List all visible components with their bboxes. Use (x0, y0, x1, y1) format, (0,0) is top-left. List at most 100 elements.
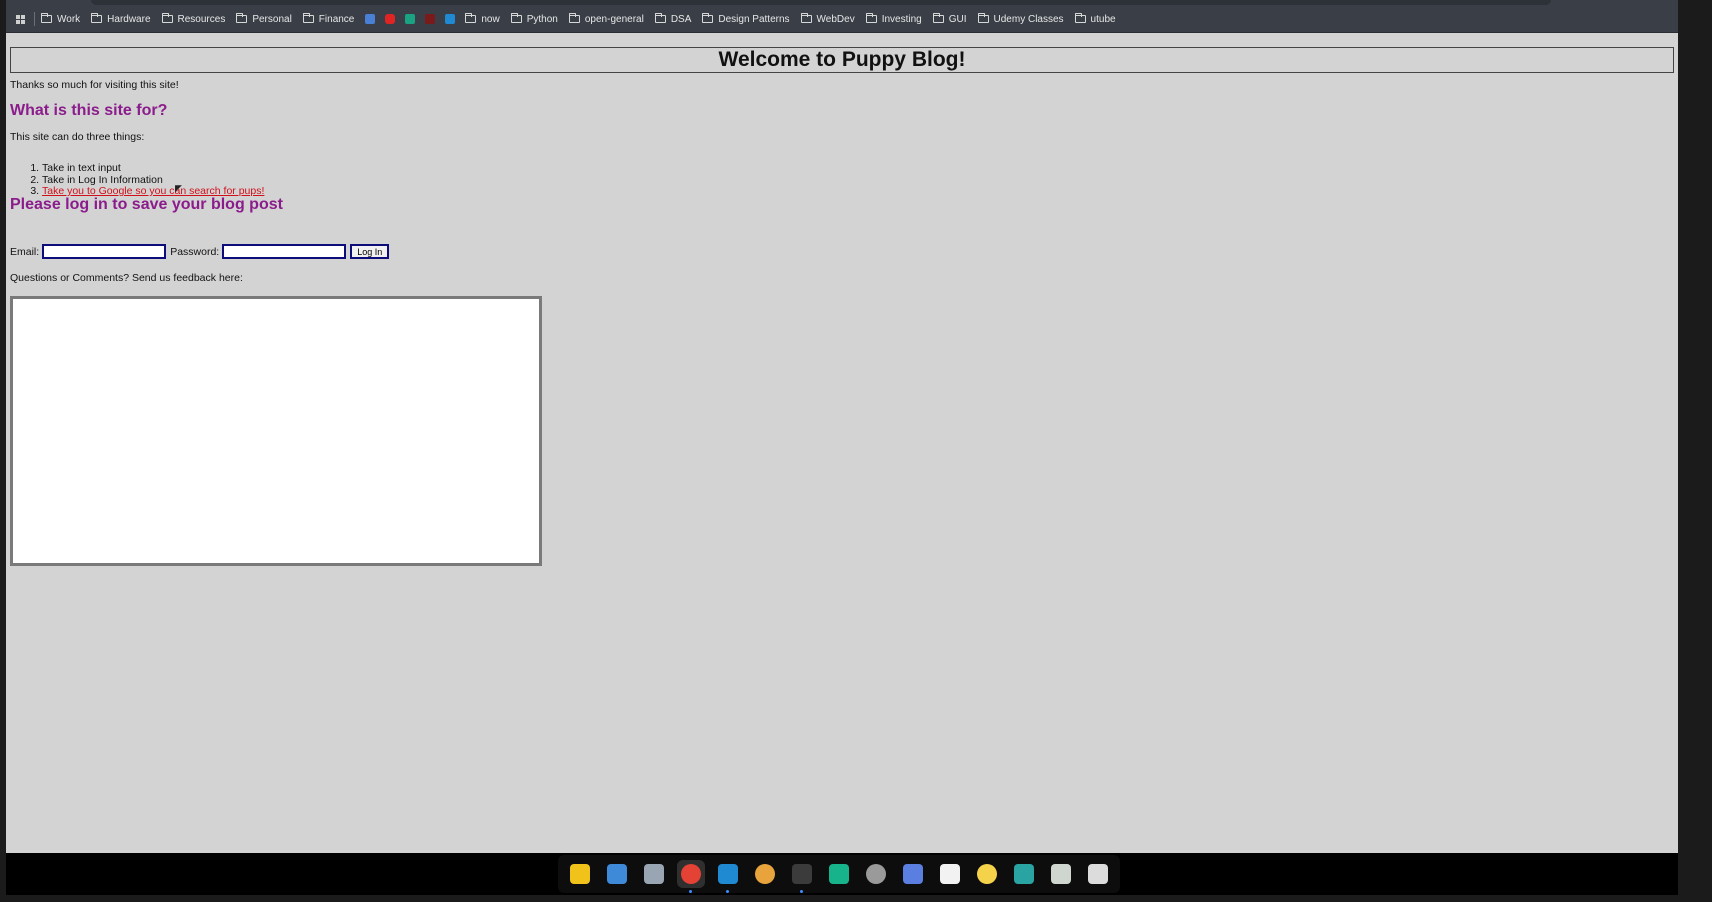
app-red-icon[interactable] (425, 14, 436, 24)
tab-strip (91, 0, 1551, 5)
folder-icon (465, 13, 477, 23)
file-browser-icon[interactable] (640, 860, 668, 888)
bookmark-folder-personal[interactable]: Personal (236, 13, 292, 25)
files-manager-icon-glyph (570, 864, 590, 884)
bookmark-folder-design-patterns[interactable]: Design Patterns (702, 13, 790, 25)
terminal-icon[interactable] (788, 860, 816, 893)
bookmark-label: Resources (177, 13, 226, 25)
bookmark-folder-resources[interactable]: Resources (161, 13, 226, 25)
web-page: Welcome to Puppy Blog! Thanks so much fo… (6, 33, 1678, 853)
feedback-prompt: Questions or Comments? Send us feedback … (10, 272, 243, 284)
bookmark-label: GUI (948, 13, 967, 25)
feedback-textarea[interactable] (10, 296, 542, 566)
page-title: Welcome to Puppy Blog! (10, 47, 1674, 73)
vscode-icon[interactable] (714, 860, 742, 893)
bookmark-label: Python (526, 13, 558, 25)
trash-icon-glyph (1051, 864, 1071, 884)
folder-icon (702, 13, 714, 23)
folder-icon (302, 13, 314, 23)
bookmark-folder-investing[interactable]: Investing (865, 13, 922, 25)
bookmark-label: Design Patterns (718, 13, 790, 25)
folder-icon (510, 13, 522, 23)
settings-icon[interactable] (862, 860, 890, 888)
intro-text: This site can do three things: (10, 131, 145, 143)
taskbar (6, 853, 1678, 895)
thanks-text: Thanks so much for visiting this site! (10, 79, 179, 91)
folder-icon (568, 13, 580, 23)
bookmark-label: Personal (252, 13, 292, 25)
bookmark-label: Investing (881, 13, 922, 25)
running-indicator (689, 890, 692, 893)
chrome-icon[interactable] (677, 860, 705, 893)
bookmark-label: now (481, 13, 500, 25)
bookmark-folder-gui[interactable]: GUI (932, 13, 967, 25)
calendar-icon-glyph (607, 864, 627, 884)
file-browser-icon-glyph (644, 864, 664, 884)
things-list: Take in text input Take in Log In Inform… (10, 162, 264, 198)
bookmark-label: Udemy Classes (993, 13, 1064, 25)
e-app-icon[interactable] (825, 860, 853, 888)
settings-icon-glyph (866, 864, 886, 884)
email-field[interactable] (42, 244, 167, 259)
network-icon-glyph (1014, 864, 1034, 884)
terminal-icon-glyph (792, 864, 812, 884)
app-grid-icon-glyph (1088, 864, 1108, 884)
bookmark-label: open-general (584, 13, 644, 25)
folder-icon (865, 13, 877, 23)
bookmark-label: Finance (318, 13, 355, 25)
bookmark-folder-python[interactable]: Python (510, 13, 558, 25)
app-grid-icon[interactable] (1084, 860, 1112, 888)
files-manager-icon[interactable] (566, 860, 594, 888)
calendar-icon[interactable] (603, 860, 631, 888)
section-heading-login: Please log in to save your blog post (10, 196, 283, 213)
text-editor-icon[interactable] (936, 860, 964, 888)
notes-icon-glyph (977, 864, 997, 884)
translate-icon[interactable] (365, 14, 376, 24)
vscode-icon[interactable] (445, 14, 456, 24)
vscode-icon-glyph (718, 864, 738, 884)
tasks-icon-glyph (903, 864, 923, 884)
folder-icon (800, 13, 812, 23)
text-editor-icon-glyph (940, 864, 960, 884)
bookmark-folder-now[interactable]: now (465, 13, 500, 25)
folder-icon (161, 13, 173, 23)
bookmark-folder-webdev[interactable]: WebDev (800, 13, 855, 25)
bookmark-folder-open-general[interactable]: open-general (568, 13, 644, 25)
bookmark-label: Hardware (107, 13, 151, 25)
section-heading-purpose: What is this site for? (10, 102, 168, 119)
running-indicator (800, 890, 803, 893)
network-icon[interactable] (1010, 860, 1038, 888)
tasks-icon[interactable] (899, 860, 927, 888)
bookmark-folder-dsa[interactable]: DSA (654, 13, 692, 25)
running-indicator (726, 890, 729, 893)
folder-icon (1074, 13, 1086, 23)
password-label: Password: (170, 245, 220, 258)
browser-chrome: Work Hardware Resources Personal Finance… (6, 0, 1678, 33)
e-app-icon-glyph (829, 864, 849, 884)
bookmark-label: WebDev (816, 13, 855, 25)
bookmark-label: utube (1090, 13, 1116, 25)
bookmark-folder-work[interactable]: Work (41, 13, 81, 25)
bookmark-folder-utube[interactable]: utube (1074, 13, 1116, 25)
apps-grid-icon[interactable] (6, 14, 34, 24)
color-picker-icon[interactable] (751, 860, 779, 888)
bookmark-label: DSA (670, 13, 692, 25)
password-field[interactable] (222, 244, 347, 259)
login-form: Email: Password: Log In (10, 244, 390, 259)
bookmarks-bar: Work Hardware Resources Personal Finance… (6, 9, 1127, 29)
trash-icon[interactable] (1047, 860, 1075, 888)
folder-icon (977, 13, 989, 23)
bookmark-folder-hardware[interactable]: Hardware (91, 13, 151, 25)
login-button[interactable]: Log In (350, 244, 390, 259)
folder-icon (654, 13, 666, 23)
folder-icon (91, 13, 103, 23)
folder-icon (236, 13, 248, 23)
bookmark-label: Work (57, 13, 81, 25)
bookmark-folder-udemy-classes[interactable]: Udemy Classes (977, 13, 1064, 25)
bookmark-folder-finance[interactable]: Finance (302, 13, 355, 25)
app-green-icon[interactable] (405, 14, 416, 24)
youtube-icon[interactable] (385, 14, 396, 24)
mouse-cursor-icon: ◤ (175, 183, 182, 193)
notes-icon[interactable] (973, 860, 1001, 888)
bookmarks-separator (34, 12, 35, 26)
